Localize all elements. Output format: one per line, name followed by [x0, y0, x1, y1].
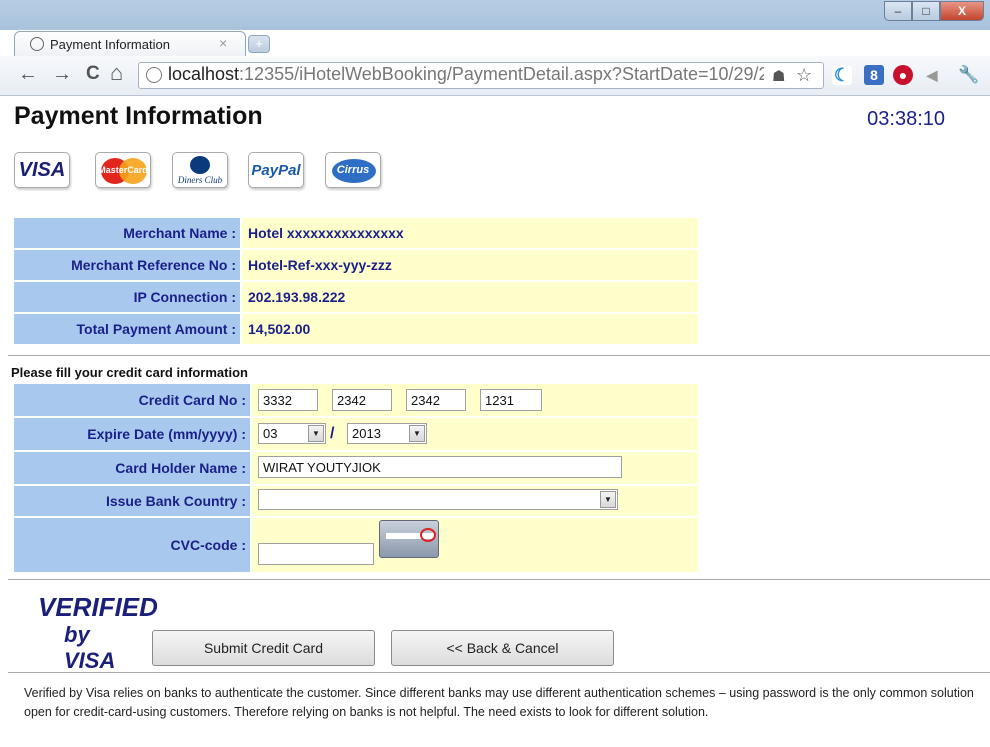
chevron-down-icon: ▼	[600, 491, 616, 508]
card-holder-label: Card Holder Name :	[14, 452, 250, 484]
back-icon[interactable]: ←	[18, 63, 38, 86]
merchant-ref-row: Merchant Reference No : Hotel-Ref-xxx-yy…	[14, 250, 698, 280]
mastercard-logo-icon: MasterCard	[95, 152, 151, 188]
divider	[8, 672, 990, 673]
issue-bank-country-select[interactable]: ▼	[258, 489, 618, 510]
back-cancel-button[interactable]: << Back & Cancel	[391, 630, 614, 666]
card-number-part-4[interactable]	[480, 389, 542, 411]
merchant-ref-value: Hotel-Ref-xxx-yyy-zzz	[242, 250, 698, 280]
window-titlebar	[0, 0, 990, 30]
page-icon	[146, 67, 162, 83]
minimize-button[interactable]: –	[884, 1, 912, 21]
extension-stop-icon[interactable]: ●	[893, 65, 913, 85]
chevron-down-icon: ▼	[308, 425, 324, 442]
speaker-icon[interactable]: ◀	[922, 65, 942, 85]
tab-close-button[interactable]: ×	[219, 35, 227, 51]
merchant-name-row: Merchant Name : Hotel xxxxxxxxxxxxxxx	[14, 218, 698, 248]
tab-title: Payment Information	[50, 37, 170, 52]
cvc-input[interactable]	[258, 543, 374, 565]
expire-separator: /	[330, 425, 335, 442]
url-text[interactable]: localhost:12355/iHotelWebBooking/Payment…	[168, 64, 764, 85]
globe-icon	[30, 37, 44, 51]
form-section-title: Please fill your credit card information	[11, 365, 248, 380]
wrench-icon[interactable]: 🔧	[958, 65, 979, 85]
extension-google-icon[interactable]: 8	[864, 65, 884, 85]
reload-icon[interactable]: C	[86, 63, 100, 85]
close-window-button[interactable]: X	[940, 1, 984, 21]
maximize-button[interactable]: □	[912, 1, 940, 21]
verified-logo-line-2: by VISA	[64, 622, 116, 673]
total-amount-row: Total Payment Amount : 14,502.00	[14, 314, 698, 344]
chevron-down-icon: ▼	[409, 425, 425, 442]
merchant-name-value: Hotel xxxxxxxxxxxxxxx	[242, 218, 698, 248]
visa-logo-icon: VISA	[14, 152, 70, 188]
card-number-cell	[252, 384, 698, 416]
merchant-ref-label: Merchant Reference No :	[14, 250, 240, 280]
cvc-card-back-icon	[379, 520, 439, 558]
divider	[8, 579, 990, 580]
bookmark-star-icon[interactable]: ☆	[796, 65, 812, 86]
paypal-logo-icon: PayPal	[248, 152, 304, 188]
card-number-part-3[interactable]	[406, 389, 466, 411]
card-number-part-2[interactable]	[332, 389, 392, 411]
ip-connection-label: IP Connection :	[14, 282, 240, 312]
expire-year-select[interactable]: 2013 ▼	[347, 423, 427, 444]
divider	[8, 355, 990, 356]
expire-month-select[interactable]: 03 ▼	[258, 423, 326, 444]
extension-moon-icon[interactable]: ☾	[832, 65, 852, 85]
window-controls: – □ X	[884, 1, 984, 21]
expire-date-label: Expire Date (mm/yyyy) :	[14, 418, 250, 450]
forward-icon[interactable]: →	[52, 63, 72, 86]
issue-bank-label: Issue Bank Country :	[14, 486, 250, 516]
submit-credit-card-button[interactable]: Submit Credit Card	[152, 630, 375, 666]
total-amount-label: Total Payment Amount :	[14, 314, 240, 344]
card-number-part-1[interactable]	[258, 389, 318, 411]
home-icon[interactable]: ⌂	[110, 60, 123, 86]
card-holder-input[interactable]	[258, 456, 622, 478]
page-title: Payment Information	[14, 102, 263, 130]
verified-logo-line-1: VERIFIED	[38, 592, 158, 622]
verified-by-visa-logo: VERIFIED by VISA	[34, 590, 158, 673]
ip-connection-row: IP Connection : 202.193.98.222	[14, 282, 698, 312]
countdown-time: 03:38:10	[867, 108, 945, 130]
card-number-label: Credit Card No :	[14, 384, 250, 416]
cirrus-logo-icon: Cirrus	[325, 152, 381, 188]
diners-club-logo-icon: Diners Club	[172, 152, 228, 188]
merchant-name-label: Merchant Name :	[14, 218, 240, 248]
cvc-label: CVC-code :	[14, 518, 250, 572]
share-icon[interactable]: ☗	[772, 67, 785, 85]
total-amount-value: 14,502.00	[242, 314, 698, 344]
new-tab-button[interactable]: +	[248, 35, 270, 53]
ip-connection-value: 202.193.98.222	[242, 282, 698, 312]
verified-by-visa-note: Verified by Visa relies on banks to auth…	[24, 686, 974, 719]
